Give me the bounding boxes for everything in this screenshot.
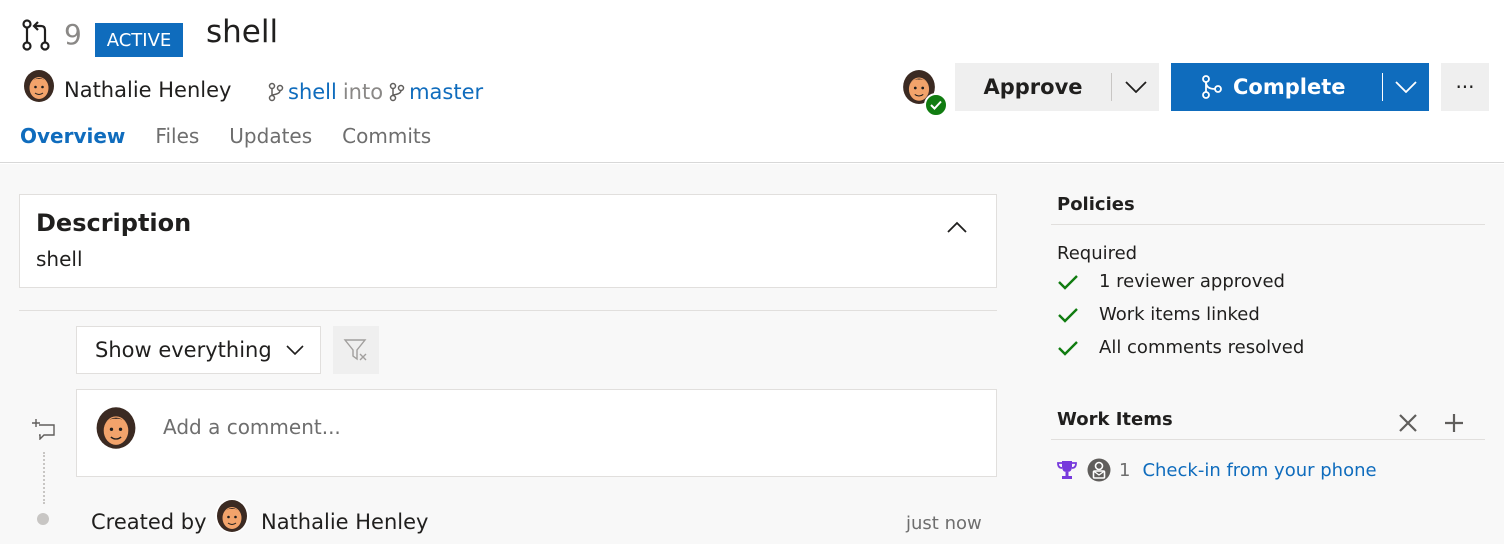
page-title: shell	[206, 14, 279, 50]
work-item-id: 1	[1119, 459, 1131, 481]
timeline-dot	[37, 513, 49, 525]
more-icon: ···	[1455, 75, 1475, 99]
approve-options-button[interactable]	[1112, 81, 1159, 93]
author-name[interactable]: Nathalie Henley	[64, 78, 231, 102]
work-item-link[interactable]: Check-in from your phone	[1142, 460, 1376, 481]
show-filter-value: Show everything	[95, 338, 272, 362]
chevron-down-icon	[286, 345, 304, 355]
policy-label: 1 reviewer approved	[1099, 271, 1285, 292]
add-comment-icon[interactable]	[32, 418, 56, 440]
merge-icon	[1202, 75, 1222, 99]
branch-icon	[268, 82, 284, 102]
chevron-down-icon	[1124, 81, 1147, 93]
approve-label: Approve	[983, 75, 1083, 99]
check-icon	[1058, 274, 1078, 290]
clear-filter-button[interactable]	[333, 326, 379, 374]
filter-clear-icon	[343, 339, 367, 361]
pr-header: 9 ACTIVE shell Nathalie Henley shell int…	[0, 0, 1504, 163]
approve-button[interactable]: Approve	[955, 63, 1159, 111]
pull-request-icon	[22, 19, 50, 51]
check-icon	[1058, 340, 1078, 356]
source-branch-link[interactable]: shell	[288, 80, 337, 104]
policies-title: Policies	[1057, 194, 1135, 215]
creator-avatar	[215, 499, 249, 533]
divider	[1051, 439, 1485, 440]
creator-name: Nathalie Henley	[261, 510, 429, 534]
comment-box	[76, 389, 997, 477]
chevron-down-icon	[1395, 81, 1417, 93]
comment-input[interactable]	[163, 410, 963, 444]
approved-check-icon	[924, 93, 948, 117]
description-body: shell	[36, 247, 83, 271]
close-icon[interactable]	[1397, 412, 1419, 434]
show-filter-dropdown[interactable]: Show everything	[76, 326, 321, 374]
chevron-up-icon[interactable]	[946, 219, 968, 235]
pr-tabs: Overview Files Updates Commits	[20, 124, 431, 148]
policy-item: 1 reviewer approved	[1057, 271, 1285, 292]
description-card: Description shell	[19, 194, 997, 288]
divider	[19, 310, 997, 311]
into-label: into	[342, 80, 384, 104]
check-icon	[1058, 307, 1078, 323]
tab-updates[interactable]: Updates	[229, 124, 312, 148]
complete-options-button[interactable]	[1383, 81, 1429, 93]
required-label: Required	[1057, 243, 1138, 264]
status-badge: ACTIVE	[95, 23, 183, 57]
tab-commits[interactable]: Commits	[342, 124, 431, 148]
timeline-connector	[43, 452, 45, 504]
trophy-icon	[1057, 461, 1077, 479]
divider	[1051, 224, 1485, 225]
tab-overview[interactable]: Overview	[20, 124, 125, 148]
branch-icon	[389, 82, 405, 102]
pr-number: 9	[64, 18, 82, 51]
current-user-avatar	[94, 406, 138, 450]
complete-button[interactable]: Complete	[1171, 63, 1429, 111]
work-item-row: 1 Check-in from your phone	[1057, 458, 1377, 482]
add-icon[interactable]	[1443, 412, 1465, 434]
policy-item: All comments resolved	[1057, 337, 1304, 358]
author-avatar	[22, 69, 56, 103]
tab-files[interactable]: Files	[155, 124, 199, 148]
complete-label: Complete	[1233, 75, 1346, 99]
branch-info: shell into master	[268, 80, 483, 104]
created-timestamp: just now	[906, 513, 982, 534]
description-title: Description	[36, 209, 192, 237]
created-by-label: Created by	[91, 510, 207, 534]
policy-label: All comments resolved	[1099, 337, 1305, 358]
work-items-title: Work Items	[1057, 409, 1173, 430]
user-story-icon	[1087, 458, 1111, 482]
policy-label: Work items linked	[1099, 304, 1260, 325]
policy-item: Work items linked	[1057, 304, 1260, 325]
target-branch-link[interactable]: master	[409, 80, 483, 104]
more-actions-button[interactable]: ···	[1441, 63, 1489, 111]
